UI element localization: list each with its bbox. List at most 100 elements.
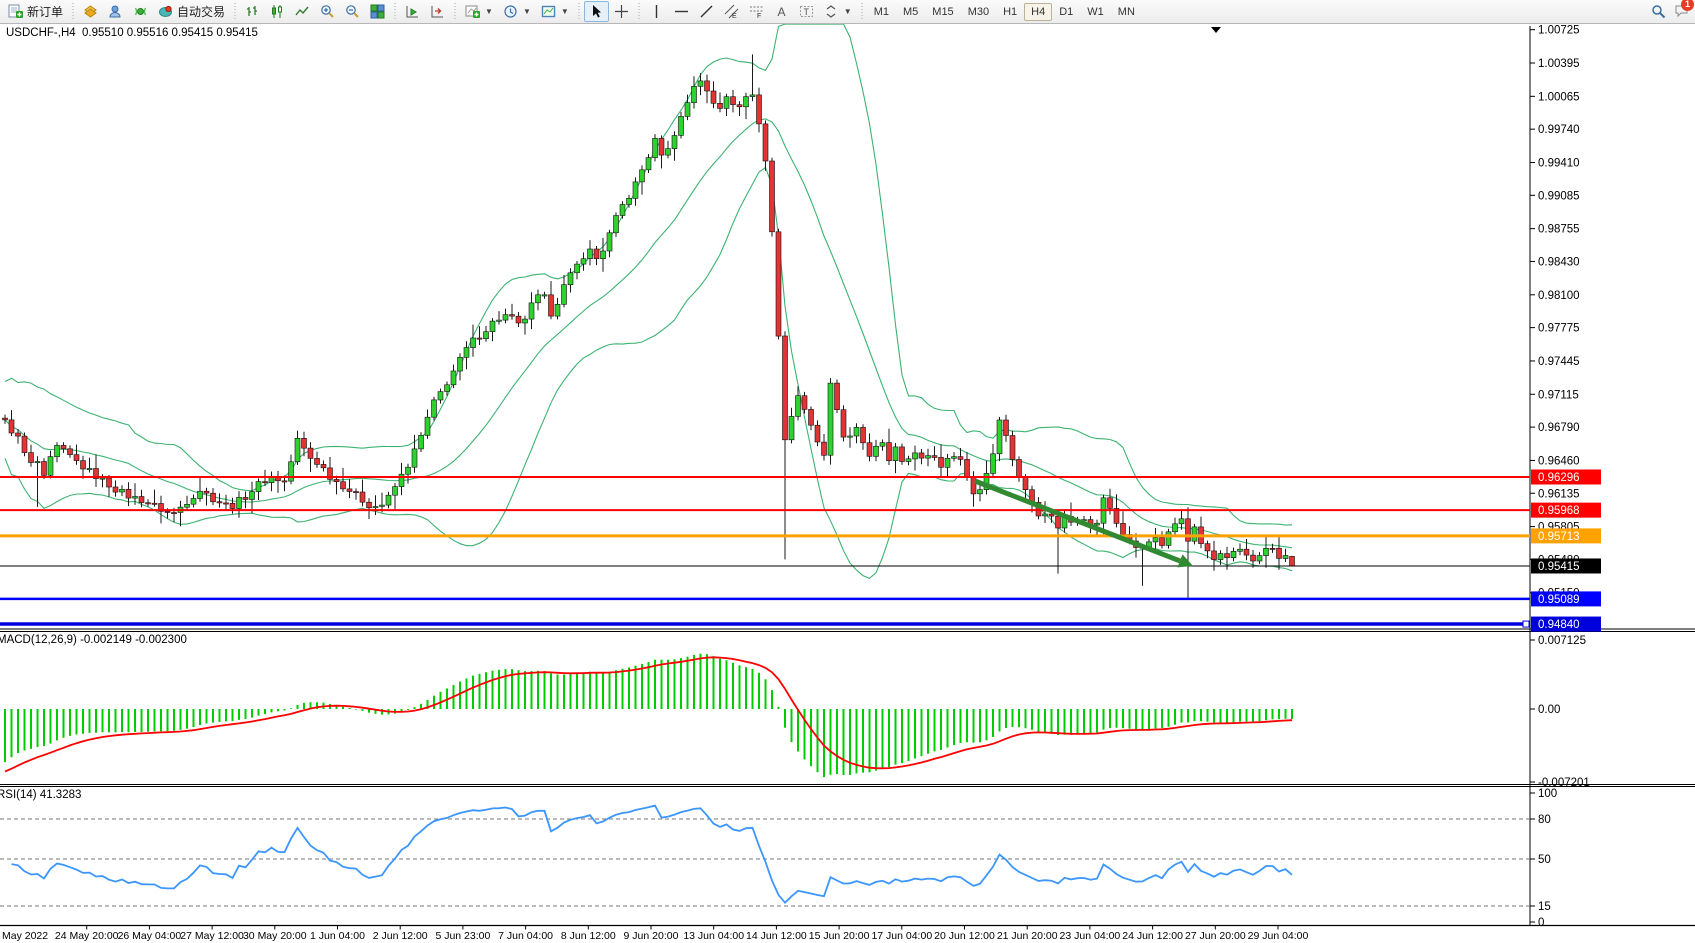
timeframe-button-d1[interactable]: D1 [1052, 3, 1080, 21]
bull-candle[interactable] [562, 285, 567, 305]
bull-candle[interactable] [666, 149, 671, 156]
data-window-button[interactable] [103, 1, 128, 22]
bear-candle[interactable] [510, 315, 515, 317]
bull-candle[interactable] [523, 319, 528, 323]
candlestick-chart-button[interactable] [265, 1, 290, 22]
bear-candle[interactable] [172, 513, 177, 514]
bull-candle[interactable] [451, 371, 456, 385]
auto-trading-button[interactable]: 自动交易 [153, 0, 230, 23]
bear-candle[interactable] [9, 420, 14, 433]
bear-candle[interactable] [334, 479, 339, 481]
time-axis-label[interactable]: 15 Jun 20:00 [809, 930, 870, 942]
timeframe-button-m30[interactable]: M30 [961, 3, 996, 21]
bull-candle[interactable] [432, 400, 437, 417]
bear-candle[interactable] [3, 418, 8, 420]
trendline-tool[interactable] [694, 1, 719, 22]
bear-candle[interactable] [1277, 548, 1282, 558]
bear-candle[interactable] [42, 462, 47, 476]
zoom-in-button[interactable] [315, 1, 340, 22]
bull-candle[interactable] [471, 338, 476, 348]
bull-candle[interactable] [289, 462, 294, 481]
time-axis-label[interactable]: 14 Jun 12:00 [746, 930, 807, 942]
bull-candle[interactable] [685, 103, 690, 117]
bear-candle[interactable] [360, 492, 365, 502]
bull-candle[interactable] [880, 443, 885, 447]
line-drag-handle[interactable] [1523, 621, 1529, 627]
bull-candle[interactable] [1179, 519, 1184, 524]
bear-candle[interactable] [835, 383, 840, 410]
bear-candle[interactable] [354, 492, 359, 493]
bull-candle[interactable] [237, 497, 242, 508]
bull-candle[interactable] [458, 357, 463, 371]
bear-candle[interactable] [263, 482, 268, 483]
bear-candle[interactable] [965, 459, 970, 476]
bear-candle[interactable] [139, 497, 144, 503]
bear-candle[interactable] [841, 410, 846, 437]
bull-candle[interactable] [542, 295, 547, 296]
bull-candle[interactable] [633, 182, 638, 198]
bull-candle[interactable] [536, 295, 541, 303]
time-axis-label[interactable]: 1 Jun 04:00 [310, 930, 365, 942]
bear-candle[interactable] [763, 124, 768, 161]
bull-candle[interactable] [490, 321, 495, 332]
bull-candle[interactable] [1166, 532, 1171, 546]
search-icon[interactable] [1651, 4, 1666, 19]
bear-candle[interactable] [113, 487, 118, 492]
bull-candle[interactable] [1283, 556, 1288, 559]
bar-chart-button[interactable] [240, 1, 265, 22]
zoom-out-button[interactable] [340, 1, 365, 22]
bear-candle[interactable] [16, 433, 21, 436]
bull-candle[interactable] [191, 499, 196, 505]
bull-candle[interactable] [55, 445, 60, 456]
bull-candle[interactable] [854, 427, 859, 436]
bear-candle[interactable] [1290, 556, 1295, 566]
bull-candle[interactable] [295, 438, 300, 462]
bear-candle[interactable] [1121, 523, 1126, 534]
new-order-button[interactable]: 新订单 [3, 0, 68, 23]
timeframe-button-m1[interactable]: M1 [867, 3, 896, 21]
bull-candle[interactable] [679, 116, 684, 135]
bull-candle[interactable] [952, 457, 957, 459]
bear-candle[interactable] [711, 91, 716, 103]
bull-candle[interactable] [926, 456, 931, 459]
bear-candle[interactable] [861, 427, 866, 442]
bear-candle[interactable] [1225, 554, 1230, 558]
bear-candle[interactable] [900, 447, 905, 462]
bear-candle[interactable] [1251, 555, 1256, 561]
bear-candle[interactable] [1108, 498, 1113, 509]
bear-candle[interactable] [230, 503, 235, 508]
vertical-line-tool[interactable] [644, 1, 669, 22]
bull-candle[interactable] [120, 489, 125, 492]
bull-candle[interactable] [380, 505, 385, 506]
bear-candle[interactable] [971, 476, 976, 494]
bull-candle[interactable] [464, 348, 469, 358]
bear-candle[interactable] [1056, 516, 1061, 528]
bear-candle[interactable] [81, 461, 86, 469]
bull-candle[interactable] [1043, 514, 1048, 516]
auto-scroll-button[interactable] [400, 1, 425, 22]
chart-canvas[interactable]: 1.007251.003951.000650.997400.994100.990… [0, 24, 1695, 943]
time-axis-label[interactable]: 21 Jun 20:00 [997, 930, 1058, 942]
tile-windows-button[interactable] [365, 1, 390, 22]
timeframe-button-h4[interactable]: H4 [1024, 3, 1052, 21]
bull-candle[interactable] [425, 417, 430, 435]
timeframe-button-m15[interactable]: M15 [925, 3, 960, 21]
time-axis-label[interactable]: 7 Jun 04:00 [498, 930, 553, 942]
bull-candle[interactable] [412, 449, 417, 467]
bull-candle[interactable] [87, 469, 92, 470]
bear-candle[interactable] [211, 493, 216, 502]
timeframe-button-m5[interactable]: M5 [896, 3, 925, 21]
bull-candle[interactable] [607, 233, 612, 251]
bull-candle[interactable] [789, 416, 794, 439]
add-indicator-button[interactable]: ▼ [460, 1, 498, 22]
bull-candle[interactable] [1238, 549, 1243, 551]
bear-candle[interactable] [347, 489, 352, 492]
bull-candle[interactable] [35, 462, 40, 463]
bear-candle[interactable] [659, 138, 664, 155]
bear-candle[interactable] [61, 445, 66, 449]
bear-candle[interactable] [1212, 551, 1217, 560]
bear-candle[interactable] [224, 503, 229, 504]
bear-candle[interactable] [74, 455, 79, 461]
bear-candle[interactable] [594, 249, 599, 259]
bull-candle[interactable] [438, 392, 443, 400]
